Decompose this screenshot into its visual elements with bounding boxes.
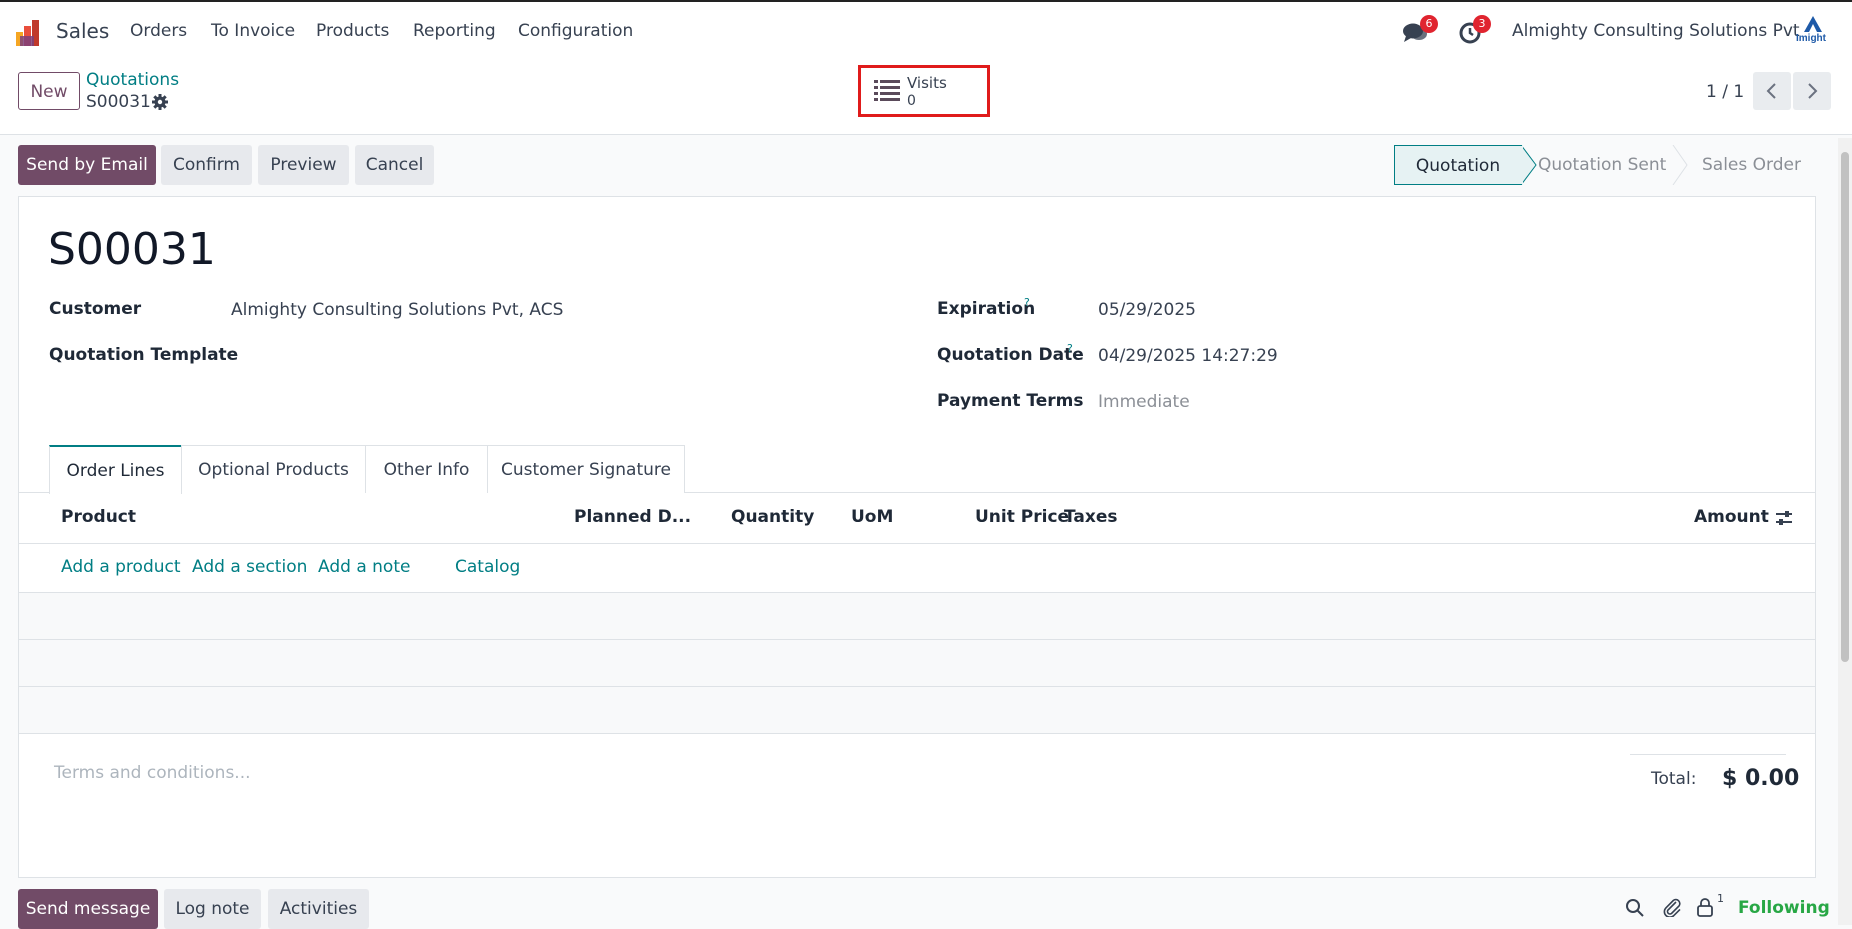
optional-columns-icon[interactable] [1775, 509, 1793, 527]
table-row-divider [18, 639, 1816, 640]
add-section-link[interactable]: Add a section [192, 557, 307, 577]
sales-app-icon[interactable] [16, 20, 46, 46]
paperclip-icon[interactable] [1662, 897, 1682, 917]
column-uom[interactable]: UoM [851, 507, 893, 527]
terms-and-conditions-field[interactable]: Terms and conditions... [54, 763, 251, 783]
quotation-template-label: Quotation Template [49, 345, 239, 365]
status-sales-order[interactable]: Sales Order [1702, 145, 1801, 185]
following-toggle[interactable]: Following [1738, 898, 1830, 918]
breadcrumb-record-name: S00031 [86, 92, 151, 112]
total-divider [1630, 754, 1786, 755]
nav-reporting[interactable]: Reporting [413, 21, 496, 41]
avatar-text: Imight [1796, 33, 1826, 44]
catalog-link[interactable]: Catalog [455, 557, 520, 577]
log-note-button[interactable]: Log note [164, 889, 261, 929]
visits-label: Visits [907, 74, 947, 92]
quotation-date-label: Quotation Date [937, 345, 1084, 365]
payment-terms-field[interactable]: Immediate [1098, 392, 1190, 412]
quotation-date-help-icon[interactable]: ? [1067, 342, 1073, 355]
visits-count: 0 [907, 93, 916, 109]
column-amount[interactable]: Amount [1694, 507, 1769, 527]
nav-products[interactable]: Products [316, 21, 389, 41]
status-arrow-icon [1521, 145, 1537, 185]
avatar-logo-icon [1804, 16, 1822, 32]
column-planned-date[interactable]: Planned D... [574, 507, 691, 527]
scrollbar-thumb[interactable] [1841, 152, 1849, 662]
nav-orders[interactable]: Orders [130, 21, 187, 41]
list-icon [874, 80, 900, 101]
messages-badge: 6 [1420, 15, 1438, 33]
search-icon[interactable] [1625, 898, 1644, 917]
gear-icon[interactable] [152, 94, 168, 110]
customer-field[interactable]: Almighty Consulting Solutions Pvt, ACS [231, 300, 563, 320]
activities-button[interactable]: Activities [268, 889, 369, 929]
preview-button[interactable]: Preview [258, 145, 349, 185]
customer-label: Customer [49, 299, 142, 319]
column-product[interactable]: Product [61, 507, 136, 527]
send-message-button[interactable]: Send message [18, 889, 158, 929]
table-row-divider [18, 733, 1816, 734]
table-header-divider [18, 543, 1816, 544]
add-note-link[interactable]: Add a note [318, 557, 410, 577]
pager-value[interactable]: 1 / 1 [1706, 82, 1744, 102]
tab-other-info[interactable]: Other Info [365, 445, 488, 493]
new-button[interactable]: New [18, 72, 80, 110]
cancel-button[interactable]: Cancel [355, 145, 434, 185]
empty-rows-area [19, 593, 1815, 733]
breadcrumb-quotations[interactable]: Quotations [86, 70, 179, 90]
followers-lock-icon[interactable] [1696, 897, 1714, 917]
tab-optional-products[interactable]: Optional Products [181, 445, 366, 493]
confirm-button[interactable]: Confirm [161, 145, 252, 185]
form-sheet [18, 196, 1816, 878]
send-by-email-button[interactable]: Send by Email [18, 145, 156, 185]
status-quotation[interactable]: Quotation [1394, 145, 1522, 185]
total-value: $ 0.00 [1722, 766, 1800, 791]
tab-customer-signature[interactable]: Customer Signature [487, 445, 685, 493]
pager-next-button[interactable] [1793, 72, 1831, 110]
table-row-divider [18, 686, 1816, 687]
quotation-template-field[interactable] [231, 340, 831, 368]
user-avatar[interactable]: Imight [1796, 16, 1830, 48]
column-unit-price[interactable]: Unit Price [975, 507, 1069, 527]
expiration-field[interactable]: 05/29/2025 [1098, 300, 1196, 320]
column-quantity[interactable]: Quantity [731, 507, 814, 527]
expiration-help-icon[interactable]: ? [1024, 296, 1030, 309]
status-separator-icon [1672, 145, 1688, 185]
column-taxes[interactable]: Taxes [1064, 507, 1118, 527]
total-label: Total: [1651, 769, 1697, 789]
nav-to-invoice[interactable]: To Invoice [211, 21, 295, 41]
payment-terms-label: Payment Terms [937, 391, 1084, 411]
app-name[interactable]: Sales [56, 19, 109, 43]
activities-badge: 3 [1473, 15, 1491, 33]
company-switcher[interactable]: Almighty Consulting Solutions Pvt [1512, 21, 1800, 41]
pager-previous-button[interactable] [1753, 72, 1791, 110]
expiration-label: Expiration [937, 299, 1036, 319]
record-title: S00031 [48, 224, 216, 275]
nav-configuration[interactable]: Configuration [518, 21, 633, 41]
chevron-left-icon [1766, 83, 1776, 99]
followers-count: 1 [1717, 892, 1724, 905]
add-product-link[interactable]: Add a product [61, 557, 181, 577]
status-quotation-sent[interactable]: Quotation Sent [1538, 145, 1666, 185]
tab-order-lines[interactable]: Order Lines [49, 445, 182, 494]
quotation-date-field[interactable]: 04/29/2025 14:27:29 [1098, 346, 1278, 366]
chevron-right-icon [1808, 83, 1818, 99]
